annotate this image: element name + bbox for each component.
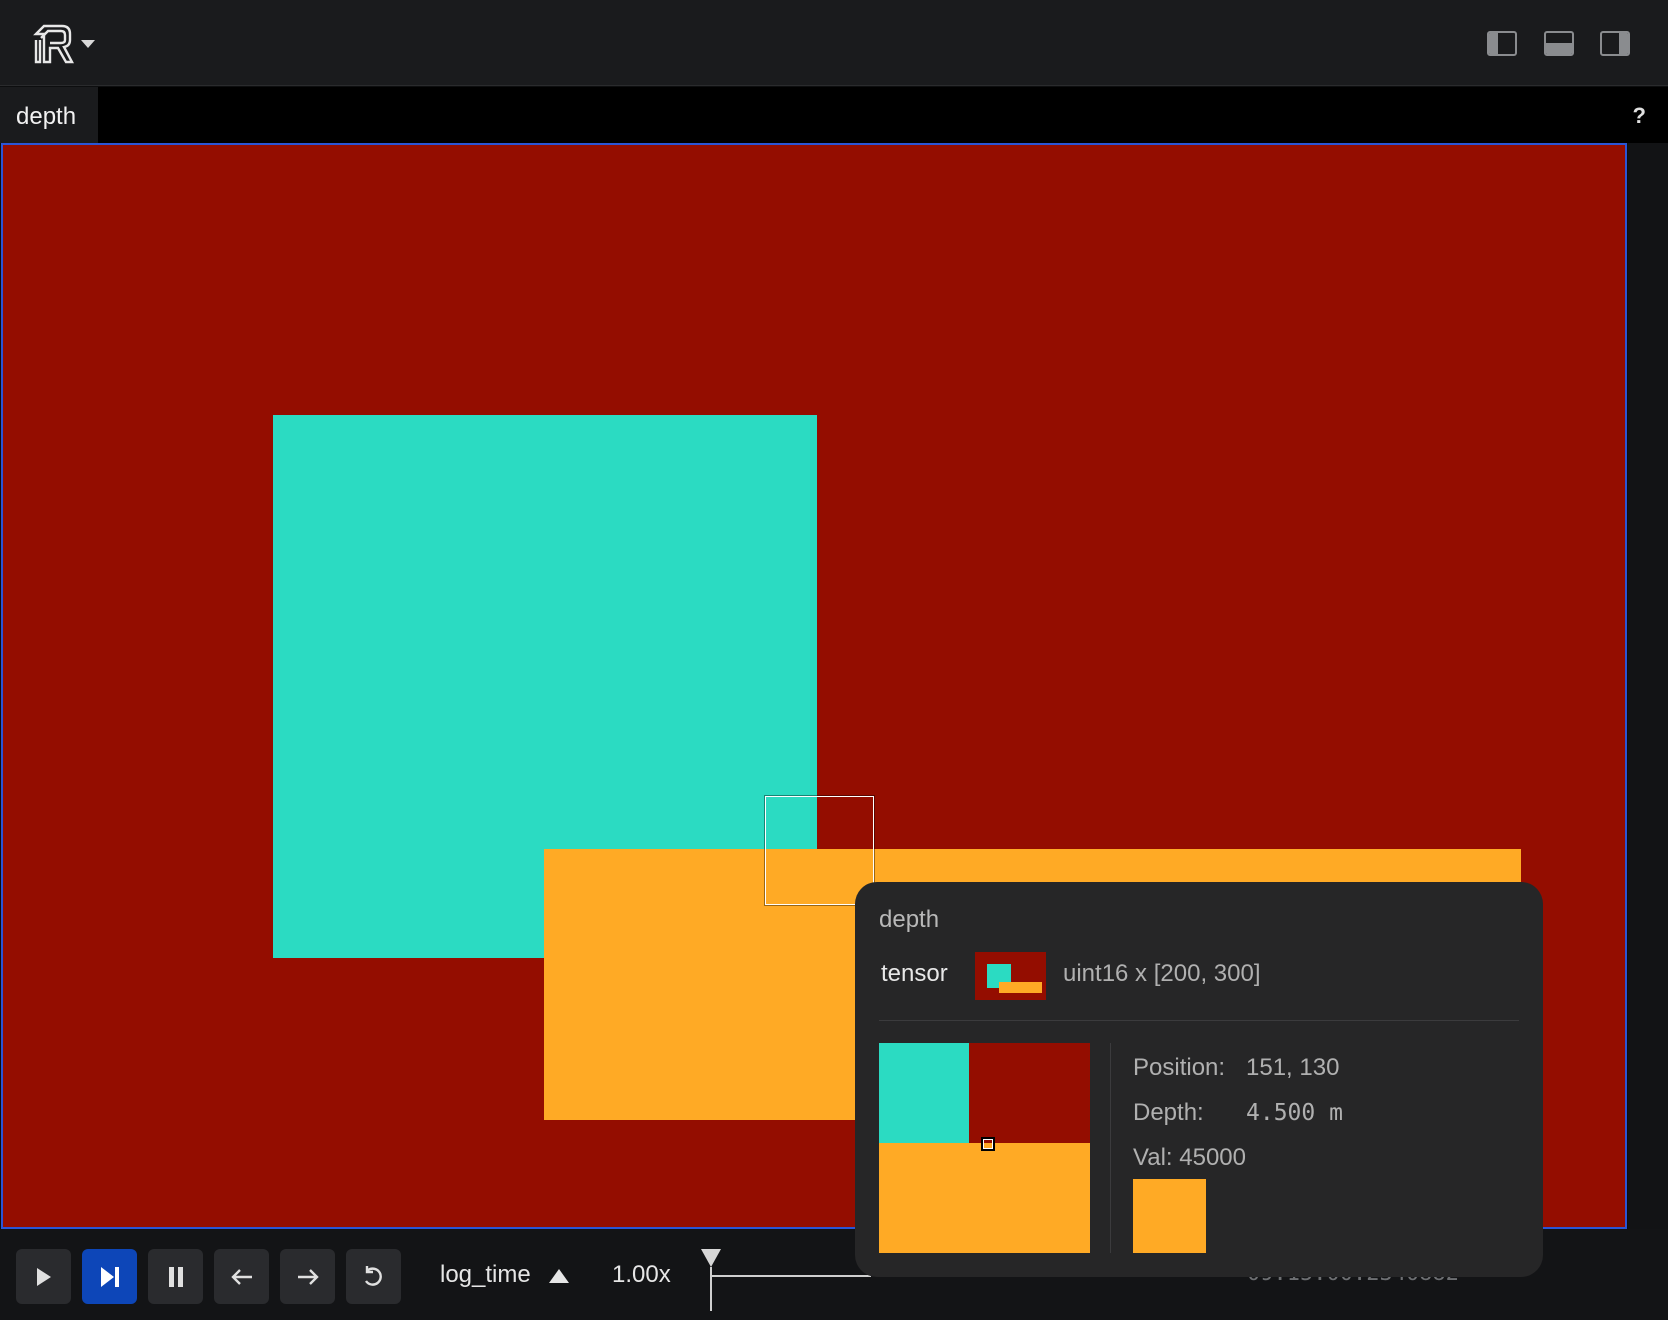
hover-tooltip: depth tensor uint16 x [200, 300] Positio… <box>855 882 1543 1277</box>
loop-button[interactable] <box>346 1249 401 1304</box>
position-label: Position: <box>1133 1054 1226 1081</box>
zoomed-preview <box>879 1043 1090 1253</box>
chevron-down-icon[interactable] <box>81 40 95 48</box>
right-gutter <box>1628 143 1668 1229</box>
pause-icon <box>168 1266 183 1287</box>
step-next-button[interactable] <box>280 1249 335 1304</box>
playback-speed[interactable]: 1.00x <box>612 1261 671 1289</box>
chevron-up-icon[interactable] <box>549 1269 569 1283</box>
arrow-left-icon <box>230 1268 252 1285</box>
right-panel-toggle-icon[interactable] <box>1600 31 1630 56</box>
pause-button[interactable] <box>148 1249 203 1304</box>
divider <box>879 1020 1519 1021</box>
bottom-panel-toggle-icon[interactable] <box>1544 31 1574 56</box>
left-panel-toggle-icon[interactable] <box>1487 31 1517 56</box>
tooltip-entity-path: depth <box>879 906 940 933</box>
arrow-right-icon <box>297 1268 319 1285</box>
position-value: 151, 130 <box>1246 1054 1340 1081</box>
pixel-color-swatch <box>1133 1179 1206 1253</box>
time-cursor[interactable] <box>710 1267 712 1311</box>
help-button[interactable]: ? <box>1633 103 1646 129</box>
depth-label: Depth: <box>1133 1099 1204 1126</box>
time-cursor-handle-icon[interactable] <box>701 1249 721 1267</box>
play-button[interactable] <box>16 1249 71 1304</box>
tab-bar: depth ? <box>0 87 1668 143</box>
tooltip-component-key: tensor <box>881 960 948 987</box>
timeline-selector[interactable]: log_time <box>440 1261 531 1289</box>
step-back-button[interactable] <box>214 1249 269 1304</box>
loop-icon <box>364 1265 382 1286</box>
pixel-cursor-icon <box>981 1137 995 1151</box>
tensor-description: uint16 x [200, 300] <box>1063 960 1261 987</box>
step-forward-button[interactable] <box>82 1249 137 1304</box>
tab-label: depth <box>16 103 77 130</box>
pixel-value: Val: 45000 <box>1133 1144 1246 1171</box>
divider <box>1110 1043 1111 1253</box>
time-axis[interactable] <box>711 1275 871 1277</box>
tab-depth[interactable]: depth <box>0 87 98 143</box>
play-icon <box>36 1267 51 1286</box>
top-bar <box>0 0 1668 86</box>
tensor-thumbnail <box>975 952 1046 1000</box>
step-forward-icon <box>100 1266 119 1287</box>
depth-value: 4.500 m <box>1246 1100 1343 1126</box>
hover-zoom-box <box>765 796 874 905</box>
rerun-logo-icon[interactable] <box>32 22 76 66</box>
